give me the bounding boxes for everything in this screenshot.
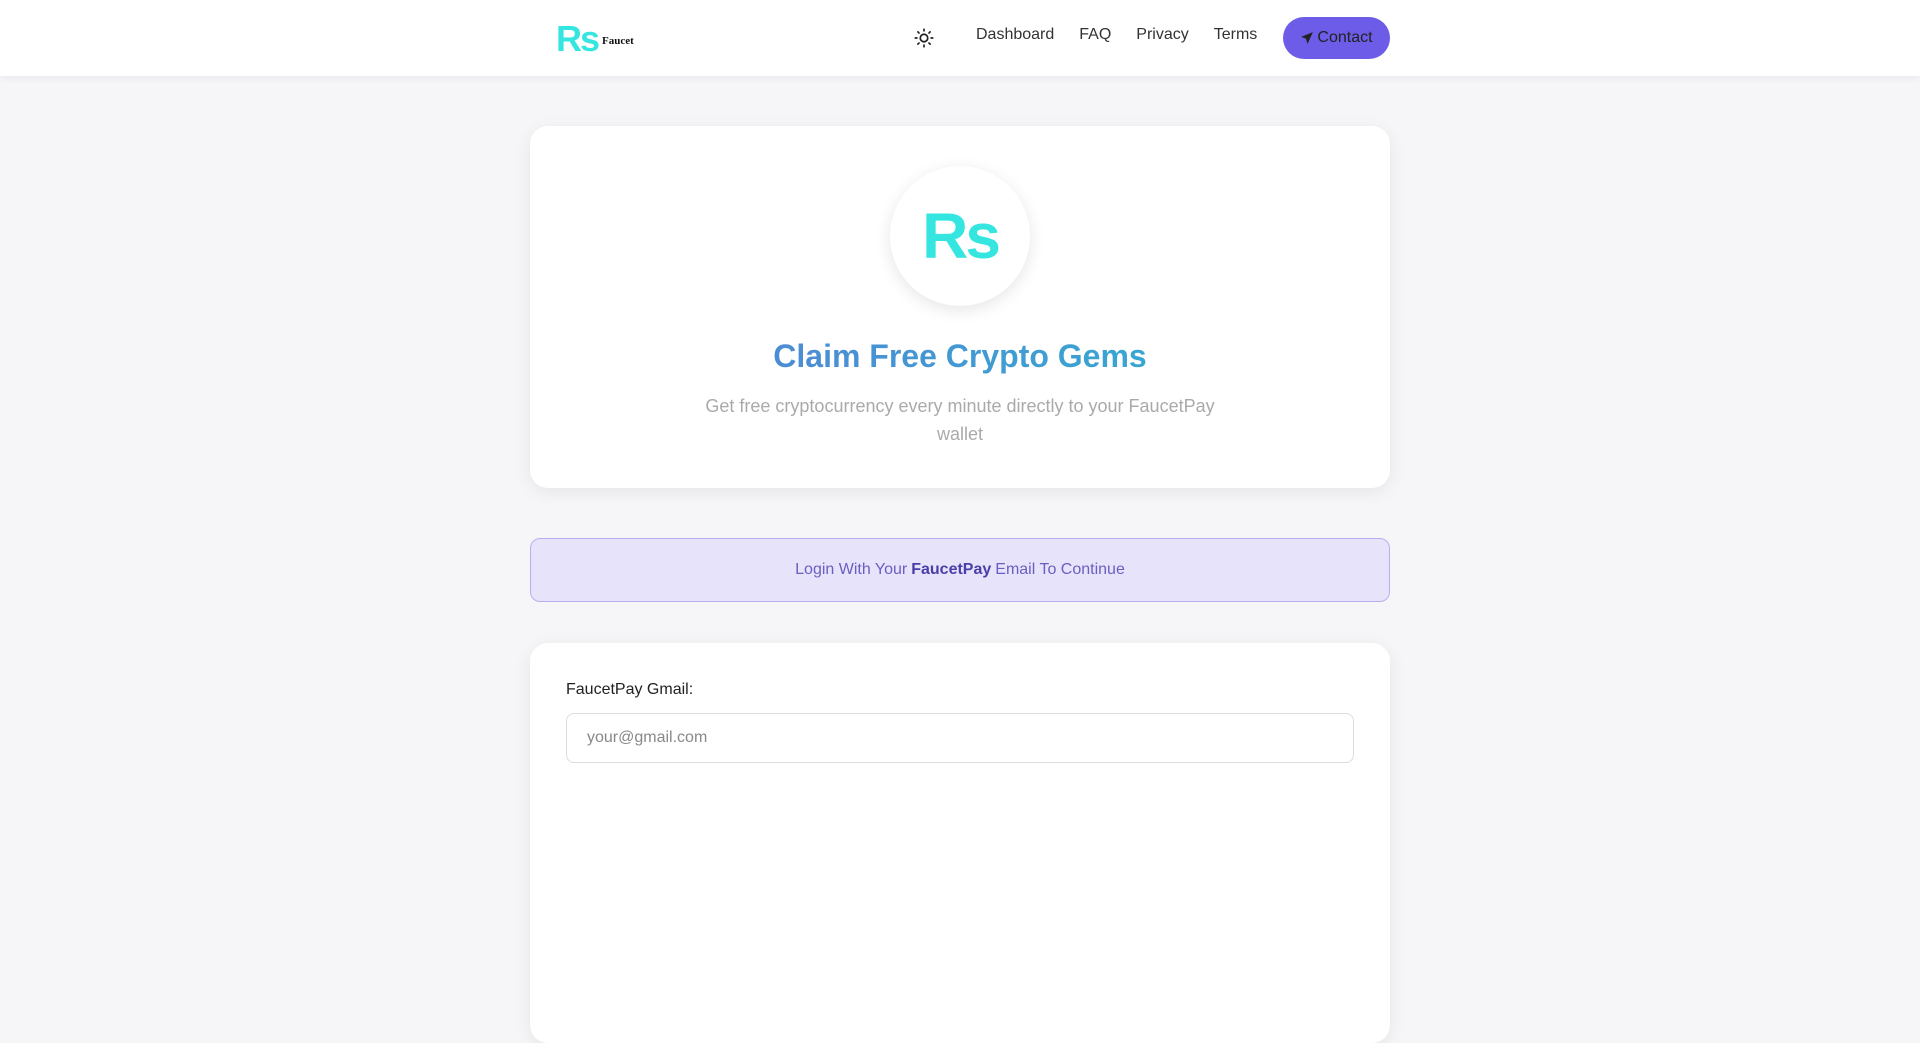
contact-button[interactable]: Contact — [1283, 17, 1390, 59]
hero-title: Claim Free Crypto Gems — [530, 338, 1390, 375]
brand-mark: Rs — [556, 18, 600, 59]
brand-name: Faucet — [602, 35, 634, 47]
notice-suffix: Email To Continue — [995, 561, 1125, 578]
notice-highlight: FaucetPay — [911, 561, 992, 578]
login-notice: Login With Your FaucetPay Email To Conti… — [530, 538, 1390, 602]
sun-icon — [914, 28, 934, 48]
nav-link-privacy[interactable]: Privacy — [1136, 26, 1188, 44]
theme-toggle-button[interactable] — [910, 24, 938, 52]
top-navbar: Rs Faucet Dashboard FAQ Privacy Terms Co… — [0, 0, 1920, 76]
nav-link-terms[interactable]: Terms — [1214, 26, 1258, 44]
email-label: FaucetPay Gmail: — [566, 681, 694, 698]
nav-link-faq[interactable]: FAQ — [1079, 26, 1111, 44]
nav-links: Dashboard FAQ Privacy Terms — [976, 26, 1282, 44]
hero-subtitle: Get free cryptocurrency every minute dir… — [705, 396, 1215, 444]
brand-logo[interactable]: Rs Faucet — [556, 18, 634, 60]
nav-link-dashboard[interactable]: Dashboard — [976, 26, 1054, 44]
paper-plane-icon — [1301, 32, 1314, 44]
contact-label: Contact — [1317, 29, 1373, 46]
email-input[interactable] — [566, 713, 1354, 763]
hero-logo-mark: Rs — [922, 200, 1001, 272]
navbar-inner: Rs Faucet Dashboard FAQ Privacy Terms Co… — [552, 0, 1390, 76]
hero-card: Rs Claim Free Crypto Gems Get free crypt… — [530, 126, 1390, 488]
login-form-card: FaucetPay Gmail: — [530, 643, 1390, 1043]
hero-logo: Rs — [890, 166, 1030, 306]
notice-prefix: Login With Your — [795, 561, 908, 578]
